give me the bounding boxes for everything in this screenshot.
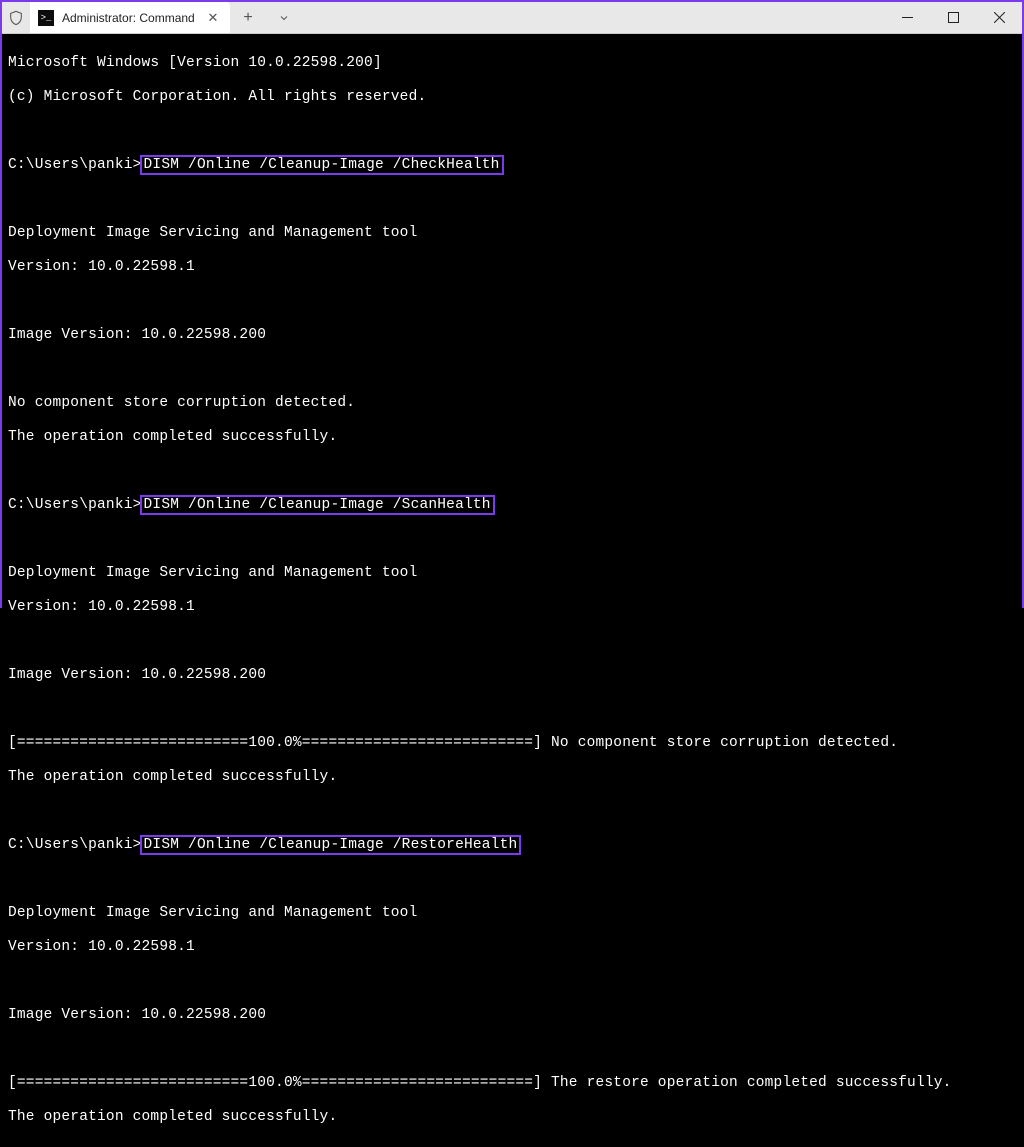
blank-line (8, 871, 1016, 888)
shield-icon (2, 2, 30, 33)
blank-line (8, 803, 1016, 820)
prompt-path: C:\Users\panki> (8, 837, 142, 853)
blank-line (8, 531, 1016, 548)
titlebar-spacer[interactable] (302, 2, 884, 33)
tab-dropdown-icon[interactable] (274, 8, 294, 28)
copyright-line: (c) Microsoft Corporation. All rights re… (8, 89, 1016, 106)
cmd-icon: >_ (38, 10, 54, 26)
prompt-path: C:\Users\panki> (8, 157, 142, 173)
result-line: No component store corruption detected. (8, 395, 1016, 412)
maximize-button[interactable] (930, 2, 976, 33)
command-highlight: DISM /Online /Cleanup-Image /RestoreHeal… (140, 835, 522, 855)
blank-line (8, 701, 1016, 718)
blank-line (8, 973, 1016, 990)
prompt-path: C:\Users\panki> (8, 497, 142, 513)
prompt-line: C:\Users\panki>DISM /Online /Cleanup-Ima… (8, 157, 1016, 174)
blank-line (8, 191, 1016, 208)
minimize-button[interactable] (884, 2, 930, 33)
blank-line (8, 361, 1016, 378)
close-tab-icon[interactable]: ✕ (206, 11, 220, 25)
progress-line: [==========================100.0%=======… (8, 735, 1016, 752)
terminal-output[interactable]: Microsoft Windows [Version 10.0.22598.20… (2, 34, 1022, 1147)
command-highlight: DISM /Online /Cleanup-Image /ScanHealth (140, 495, 495, 515)
os-version-line: Microsoft Windows [Version 10.0.22598.20… (8, 55, 1016, 72)
blank-line (8, 123, 1016, 140)
tab[interactable]: >_ Administrator: Command Prompt ✕ (30, 2, 230, 33)
blank-line (8, 293, 1016, 310)
close-button[interactable] (976, 2, 1022, 33)
window-controls (884, 2, 1022, 33)
image-version: Image Version: 10.0.22598.200 (8, 1007, 1016, 1024)
blank-line (8, 633, 1016, 650)
command-highlight: DISM /Online /Cleanup-Image /CheckHealth (140, 155, 504, 175)
result-line: The operation completed successfully. (8, 1109, 1016, 1126)
tool-version: Version: 10.0.22598.1 (8, 259, 1016, 276)
tool-name: Deployment Image Servicing and Managemen… (8, 225, 1016, 242)
prompt-line: C:\Users\panki>DISM /Online /Cleanup-Ima… (8, 497, 1016, 514)
tab-controls: + (230, 2, 302, 33)
tab-title: Administrator: Command Prompt (62, 11, 198, 25)
progress-line: [==========================100.0%=======… (8, 1075, 1016, 1092)
image-version: Image Version: 10.0.22598.200 (8, 667, 1016, 684)
image-version: Image Version: 10.0.22598.200 (8, 327, 1016, 344)
titlebar: >_ Administrator: Command Prompt ✕ + (2, 2, 1022, 34)
result-line: The operation completed successfully. (8, 769, 1016, 786)
new-tab-button[interactable]: + (238, 8, 258, 28)
result-line: The operation completed successfully. (8, 429, 1016, 446)
tool-version: Version: 10.0.22598.1 (8, 939, 1016, 956)
prompt-line: C:\Users\panki>DISM /Online /Cleanup-Ima… (8, 837, 1016, 854)
blank-line (8, 1041, 1016, 1058)
tool-name: Deployment Image Servicing and Managemen… (8, 905, 1016, 922)
blank-line (8, 463, 1016, 480)
tool-name: Deployment Image Servicing and Managemen… (8, 565, 1016, 582)
